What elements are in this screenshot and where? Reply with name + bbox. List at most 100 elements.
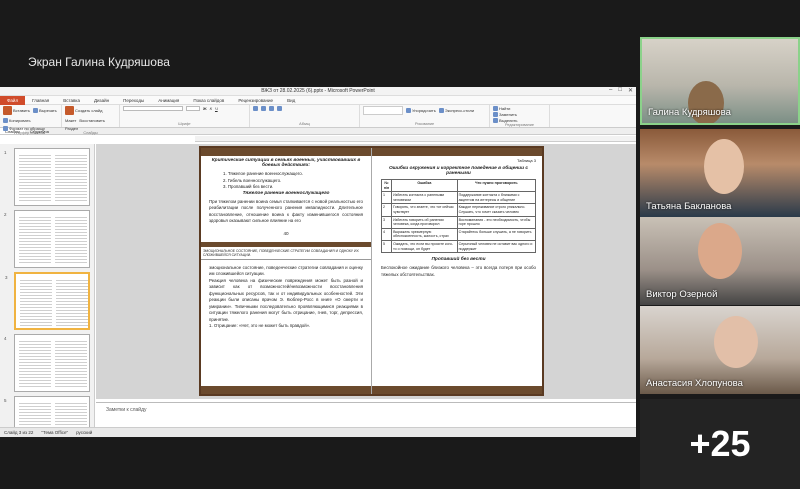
tab-animations[interactable]: Анимация (151, 96, 186, 105)
bullets-button[interactable] (253, 106, 258, 111)
close-button[interactable]: ✕ (628, 87, 633, 94)
numbering-icon (261, 106, 266, 111)
slide-thumbnail[interactable]: 5 (4, 396, 90, 427)
layout-button[interactable]: Макет (65, 118, 76, 123)
participant-tile[interactable]: Татьяна Бакланова (640, 129, 800, 217)
table-header-row: № п/п Ошибка Что нужно проговорить (380, 178, 537, 193)
tab-home[interactable]: Главная (25, 96, 56, 105)
align-left-button[interactable] (269, 106, 274, 111)
left-paragraph-1: При тяжелом ранении воина семья сталкива… (209, 198, 363, 224)
language-indicator[interactable]: русский (76, 430, 92, 435)
table-row: 2 Говорить, что знаете, что тот сейчас чу… (380, 203, 537, 217)
theme-name: "Тема Office" (41, 430, 69, 435)
slide-right-page: Таблица 3 Ошибки окружения и корректное … (373, 148, 544, 394)
participant-video (704, 139, 744, 194)
slides-thumbnail-pane[interactable]: 1 2 3 4 5 (0, 144, 95, 427)
shapes-gallery[interactable] (363, 106, 403, 115)
numbering-button[interactable] (261, 106, 266, 111)
tab-transitions[interactable]: Переходы (116, 96, 151, 105)
italic-button[interactable]: К (210, 106, 212, 111)
replace-button[interactable]: Заменить (493, 112, 546, 117)
minimize-button[interactable]: – (609, 87, 612, 94)
bold-button[interactable]: Ж (203, 106, 207, 111)
screen-share-caption: Экран Галина Кудряшова (28, 55, 170, 69)
ribbon-group-label: Рисование (414, 122, 435, 126)
current-slide[interactable]: Критические ситуации в семьях военных, у… (199, 146, 544, 396)
bullets-icon (253, 106, 258, 111)
copy-button[interactable]: Копировать (3, 118, 31, 123)
font-size-select[interactable] (186, 106, 200, 111)
find-label: Найти (499, 106, 511, 111)
table-row: 3 Избегать говорить об ранении человека, … (380, 215, 537, 229)
participant-tile[interactable]: Виктор Озерной (640, 217, 800, 305)
table-row: 1 Избегать контакта с ранеными человеком П… (380, 191, 537, 205)
quick-styles-button[interactable]: Экспресс-стили (438, 106, 475, 115)
participant-video (714, 316, 758, 368)
paste-icon (3, 106, 12, 115)
right-subheading: Пропавший без вести (431, 257, 486, 263)
slide-thumbnail[interactable]: 2 (4, 210, 90, 268)
horizontal-ruler (195, 136, 636, 142)
participant-name: Анастасия Хлопунова (646, 378, 743, 389)
slide-number: 4 (4, 336, 7, 341)
tab-slideshow[interactable]: Показ слайдов (186, 96, 231, 105)
new-slide-button[interactable]: Создать слайд (65, 106, 102, 115)
slide-thumbnail-selected[interactable]: 3 (5, 272, 90, 330)
reset-button[interactable]: Восстановить (79, 118, 105, 123)
ribbon-group-label: Буфер обмена (17, 131, 44, 135)
replace-label: Заменить (499, 112, 517, 117)
align-center-button[interactable] (277, 106, 282, 111)
ppt-window-title: ВЖЗ от 28.02.2025 (6).pptx - Microsoft P… (261, 88, 375, 94)
cut-label: Вырезать (38, 108, 57, 113)
tab-insert[interactable]: Вставка (56, 96, 87, 105)
slide-number: 1 (4, 150, 7, 155)
maximize-button[interactable]: □ (618, 87, 622, 94)
errors-table: № п/п Ошибка Что нужно проговорить 1 Избе… (380, 178, 537, 254)
ppt-status-bar: Слайд 3 из 22 "Тема Office" русский (0, 427, 636, 437)
align-center-icon (277, 106, 282, 111)
participant-tile[interactable]: Галина Кудряшова (640, 37, 800, 125)
ribbon-group-slides: Создать слайд Макет Восстановить Раздел … (62, 105, 120, 135)
participant-tile[interactable]: Анастасия Хлопунова (640, 306, 800, 394)
ribbon-group-label: Абзац (299, 122, 310, 126)
table-header-cell: Что нужно проговорить (456, 178, 537, 193)
table-row: 4 Выражать чрезмерную обеспокоенность, жа… (380, 227, 537, 241)
arrange-icon (406, 108, 411, 113)
ribbon-group-font: Ж К Ч Шрифт (120, 105, 250, 127)
find-button[interactable]: Найти (493, 106, 546, 111)
binoculars-icon (493, 106, 498, 111)
font-name-select[interactable] (123, 106, 183, 111)
arrange-label: Упорядочить (412, 108, 436, 113)
more-participants-button[interactable]: +25 (640, 399, 800, 489)
ribbon-group-paragraph: Абзац (250, 105, 360, 127)
quick-styles-label: Экспресс-стили (444, 108, 475, 113)
arrange-button[interactable]: Упорядочить (406, 106, 436, 115)
new-slide-icon (65, 106, 74, 115)
table-header-cell: № п/п (380, 178, 393, 193)
table-header-cell: Ошибка (391, 178, 458, 193)
scissors-icon (32, 108, 38, 113)
slide-editing-area[interactable]: Критические ситуации в семьях военных, у… (96, 144, 636, 399)
underline-button[interactable]: Ч (215, 106, 218, 111)
tab-view[interactable]: Вид (280, 96, 302, 105)
new-slide-label: Создать слайд (75, 108, 103, 113)
paste-label: Вставить (13, 108, 30, 113)
copy-label: Копировать (9, 118, 31, 123)
cut-button[interactable]: Вырезать (32, 106, 57, 115)
slide-notes-field[interactable]: Заметки к слайду (96, 402, 636, 427)
tab-file[interactable]: Файл (0, 95, 26, 105)
page-number: 40 (283, 230, 289, 236)
tab-design[interactable]: Дизайн (87, 96, 116, 105)
paste-button[interactable]: Вставить (3, 106, 30, 115)
slide-thumbnail[interactable]: 4 (4, 334, 90, 392)
ribbon: Вставить Вырезать Копировать Формат по о… (0, 105, 636, 135)
replace-icon (493, 112, 498, 117)
left-subheading: Тяжелое ранение военнослужащего (242, 190, 330, 196)
slide-number: 5 (4, 398, 7, 403)
ribbon-group-label: Шрифт (178, 122, 191, 126)
ribbon-group-clipboard: Вставить Вырезать Копировать Формат по о… (0, 105, 62, 135)
slide-thumbnail[interactable]: 1 (4, 148, 90, 206)
tab-review[interactable]: Рецензирование (231, 96, 280, 105)
participant-name: Татьяна Бакланова (646, 201, 732, 212)
table-title: Ошибки окружения и корректное поведение … (388, 166, 529, 176)
